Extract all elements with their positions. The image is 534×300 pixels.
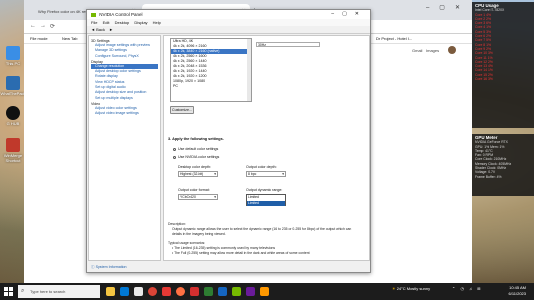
customize-button[interactable]: Customize... bbox=[170, 106, 194, 114]
desktop-icon-this-pc[interactable]: This PC bbox=[0, 46, 26, 66]
bookmark-right[interactable]: Dr Project - Hotel I... bbox=[376, 36, 412, 41]
cpu-core-list: Intel Core i7-7820X Core 1 4% Core 2 2% Cor… bbox=[475, 8, 531, 81]
cpu-usage-gadget: CPU Usage Intel Core i7-7820X Core 1 4% Co… bbox=[472, 2, 534, 128]
taskbar: ⌕ Type here to search ☀ 24°C Mostly sunn… bbox=[0, 283, 534, 300]
app-icon[interactable] bbox=[190, 287, 199, 296]
typical-usage-line: • The Limited (16-235) setting is common… bbox=[172, 246, 276, 250]
nvidia-control-panel-window: NVIDIA Control Panel –▢✕ File Edit Deskt… bbox=[86, 9, 371, 273]
menu-edit[interactable]: Edit bbox=[103, 20, 110, 25]
gpu-meter-gadget: GPU Meter NVIDIA GeForce RTX GPU: 1% Mem:… bbox=[472, 134, 534, 196]
tree-item[interactable]: Configure Surround, PhysX bbox=[91, 54, 158, 59]
window-controls[interactable]: –▢✕ bbox=[331, 11, 367, 17]
scrollbar[interactable] bbox=[247, 39, 251, 101]
nvidia-icon[interactable] bbox=[232, 287, 241, 296]
chrome-icon[interactable] bbox=[148, 287, 157, 296]
tray-icons[interactable]: ⌃ ◷ ♫ ⊞ bbox=[452, 286, 483, 291]
app-icon[interactable] bbox=[260, 287, 269, 296]
reload-icon[interactable]: ⟳ bbox=[50, 23, 55, 30]
edge-icon[interactable] bbox=[120, 287, 129, 296]
output-dynamic-range-dropdown[interactable]: Limited Limited bbox=[246, 194, 286, 206]
radio-selected-icon bbox=[173, 155, 176, 159]
output-color-format-label: Output color format: bbox=[178, 188, 210, 192]
description-line: details in the imagery being viewed. bbox=[172, 232, 226, 236]
cpu-stat-line: Core 16 3% bbox=[475, 77, 493, 82]
window-title-bar: NVIDIA Control Panel –▢✕ bbox=[87, 10, 370, 19]
taskbar-search-box[interactable]: ⌕ Type here to search bbox=[18, 285, 100, 298]
app-icon[interactable] bbox=[204, 287, 213, 296]
menu-desktop[interactable]: Desktop bbox=[115, 20, 130, 25]
window-controls[interactable]: –▢✕ bbox=[426, 4, 470, 11]
description-title: Description: bbox=[168, 222, 186, 226]
typical-usage-title: Typical usage scenarios: bbox=[168, 241, 206, 245]
section-apply-settings-title: 3. Apply the following settings. bbox=[168, 137, 224, 141]
nvidia-logo-icon bbox=[91, 12, 96, 17]
radio-default-color[interactable]: Use default color settings bbox=[173, 147, 218, 151]
chevron-down-icon: ▾ bbox=[214, 195, 216, 199]
avatar[interactable] bbox=[448, 46, 456, 54]
menu-bar: File Edit Desktop Display Help bbox=[87, 19, 370, 26]
winmerge-icon bbox=[6, 138, 20, 152]
desktop-icon-winmerge[interactable]: WinMerge Shortcut bbox=[0, 138, 26, 163]
menu-help[interactable]: Help bbox=[153, 20, 161, 25]
logitech-icon bbox=[6, 106, 20, 120]
desktop-color-depth-label: Desktop color depth: bbox=[178, 165, 211, 169]
resolution-item[interactable]: PC bbox=[171, 84, 251, 89]
chevron-down-icon: ▾ bbox=[282, 172, 284, 176]
app-icon bbox=[6, 76, 20, 90]
desktop-icon-ghub[interactable]: G HUB bbox=[0, 106, 26, 126]
bookmark-new-tab[interactable]: New Tab bbox=[62, 36, 78, 41]
images-link[interactable]: Images bbox=[426, 48, 439, 53]
tree-item[interactable]: Adjust video image settings bbox=[91, 111, 158, 116]
back-button[interactable]: Back bbox=[96, 27, 105, 32]
menu-display[interactable]: Display bbox=[134, 20, 147, 25]
gpu-stat-list: NVIDIA GeForce RTX GPU: 1% Mem: 1% Temp: 4… bbox=[475, 140, 531, 179]
app-icon[interactable] bbox=[218, 287, 227, 296]
app-icon[interactable] bbox=[162, 287, 171, 296]
radio-nvidia-color[interactable]: Use NVIDIA color settings bbox=[173, 155, 219, 159]
task-tree: 3D Settings Adjust image settings with pr… bbox=[88, 35, 161, 261]
firefox-icon[interactable] bbox=[176, 287, 185, 296]
menu-file[interactable]: File bbox=[91, 20, 97, 25]
weather-widget[interactable]: ☀ 24°C Mostly sunny bbox=[392, 286, 430, 291]
resolution-list[interactable]: Ultra HD, 4K 4k x 2k, 4096 × 2160 4k x 2k,… bbox=[170, 38, 252, 102]
file-explorer-icon[interactable] bbox=[106, 287, 115, 296]
chevron-down-icon: ▾ bbox=[214, 172, 216, 176]
typical-usage-line: • The Full (0-255) setting may allow mor… bbox=[172, 251, 310, 255]
navigation-bar: ◄ Back ► bbox=[87, 26, 370, 34]
settings-panel: Ultra HD, 4K 4k x 2k, 4096 × 2160 4k x 2k,… bbox=[163, 35, 370, 261]
description-line: Output dynamic range allows the user to … bbox=[172, 227, 352, 231]
output-color-format-select[interactable]: YCbCr420 ▾ bbox=[178, 194, 218, 200]
windows-start-icon[interactable] bbox=[4, 287, 13, 296]
dropdown-option-highlighted[interactable]: Limited bbox=[247, 200, 285, 206]
refresh-rate-field[interactable]: 30Hz bbox=[256, 42, 320, 47]
search-icon: ⌕ bbox=[21, 288, 25, 294]
bookmark-file-mode[interactable]: File mode bbox=[30, 36, 48, 41]
tree-item[interactable]: Set up multiple displays bbox=[91, 96, 158, 101]
desktop-icon-whatthepack[interactable]: WhatThePack bbox=[0, 76, 26, 96]
system-information-link[interactable]: ⓘ System Information bbox=[91, 265, 127, 270]
output-color-depth-label: Output color depth: bbox=[246, 165, 277, 169]
output-color-depth-select[interactable]: 8 bpc ▾ bbox=[246, 171, 286, 177]
computer-icon bbox=[6, 46, 20, 60]
output-dynamic-range-label: Output dynamic range: bbox=[246, 188, 283, 192]
app-icon[interactable] bbox=[246, 287, 255, 296]
forward-icon[interactable]: ► bbox=[109, 27, 113, 32]
gmail-link[interactable]: Gmail bbox=[412, 48, 422, 53]
desktop-color-depth-select[interactable]: Highest (32-bit) ▾ bbox=[178, 171, 218, 177]
radio-icon bbox=[173, 147, 176, 151]
gpu-stat-line: Frame Buffer: 4% bbox=[475, 174, 502, 179]
store-icon[interactable] bbox=[134, 287, 143, 296]
forward-icon[interactable]: → bbox=[40, 23, 46, 29]
clock[interactable]: 10:45 AM 6/11/2023 bbox=[509, 285, 527, 296]
back-icon[interactable]: ← bbox=[30, 23, 36, 29]
